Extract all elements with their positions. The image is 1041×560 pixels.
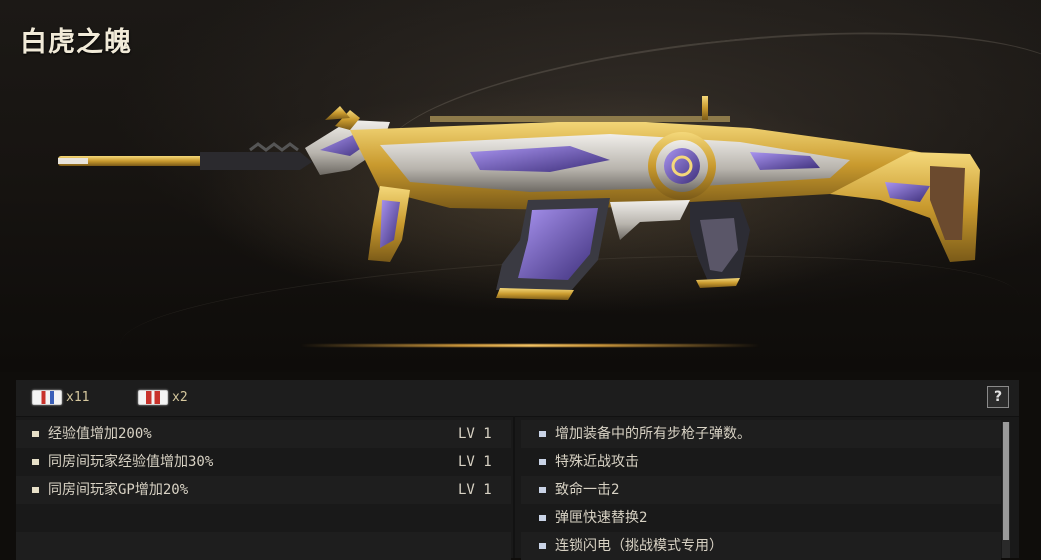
bullet-icon xyxy=(539,431,546,437)
column-divider xyxy=(513,416,515,558)
attribute-level: LV 1 xyxy=(458,426,492,442)
feature-text: 致命一击2 xyxy=(555,482,620,498)
feature-text: 连锁闪电（挑战模式专用） xyxy=(555,538,723,554)
bullet-icon xyxy=(32,459,39,465)
bullet-icon xyxy=(539,543,546,549)
currency-count: x2 xyxy=(172,389,188,405)
feature-row: 连锁闪电（挑战模式专用） xyxy=(521,532,1001,560)
feature-row: 致命一击2 xyxy=(521,476,1001,504)
weapon-title: 白虎之魄 xyxy=(20,27,132,58)
currency-item: x2 xyxy=(138,388,188,406)
weapon-image xyxy=(58,96,980,300)
bullet-icon xyxy=(32,431,39,437)
bullet-icon xyxy=(539,487,546,493)
attribute-row: 经验值增加200% LV 1 xyxy=(16,420,511,448)
feature-list: 增加装备中的所有步枪子弹数。 特殊近战攻击 致命一击2 弹匣快速替换2 连锁闪电… xyxy=(521,420,1001,560)
attribute-row-empty xyxy=(16,532,511,560)
feature-row: 弹匣快速替换2 xyxy=(521,504,1001,532)
currency-count: x11 xyxy=(66,389,90,405)
blue-badge-icon xyxy=(32,389,62,405)
currency-bar: x11 x2 ? xyxy=(16,380,1019,417)
attribute-row: 同房间玩家GP增加20% LV 1 xyxy=(16,476,511,504)
weapon-showcase: 白虎之魄 xyxy=(0,0,1041,372)
bullet-icon xyxy=(539,515,546,521)
pedestal-glow xyxy=(300,344,760,347)
attribute-text: 同房间玩家经验值增加30% xyxy=(48,454,214,470)
feature-text: 弹匣快速替换2 xyxy=(555,510,648,526)
bullet-icon xyxy=(539,459,546,465)
currency-item: x11 xyxy=(32,388,89,406)
feature-row: 增加装备中的所有步枪子弹数。 xyxy=(521,420,1001,448)
feature-text: 特殊近战攻击 xyxy=(555,454,639,470)
attribute-level: LV 1 xyxy=(458,454,492,470)
info-panel: x11 x2 ? 经验值增加200% LV 1 同房间玩家经验值增加30% LV… xyxy=(16,380,1019,560)
feature-scrollbar[interactable] xyxy=(1002,422,1010,558)
attribute-list: 经验值增加200% LV 1 同房间玩家经验值增加30% LV 1 同房间玩家G… xyxy=(16,420,511,560)
attribute-text: 经验值增加200% xyxy=(48,426,152,442)
attribute-row: 同房间玩家经验值增加30% LV 1 xyxy=(16,448,511,476)
attribute-text: 同房间玩家GP增加20% xyxy=(48,482,189,498)
bullet-icon xyxy=(32,487,39,493)
scrollbar-thumb[interactable] xyxy=(1003,422,1009,540)
red-badge-icon xyxy=(138,389,168,405)
help-button[interactable]: ? xyxy=(987,386,1009,408)
feature-row: 特殊近战攻击 xyxy=(521,448,1001,476)
attribute-level: LV 1 xyxy=(458,482,492,498)
attribute-row-empty xyxy=(16,504,511,532)
feature-text: 增加装备中的所有步枪子弹数。 xyxy=(555,426,751,442)
